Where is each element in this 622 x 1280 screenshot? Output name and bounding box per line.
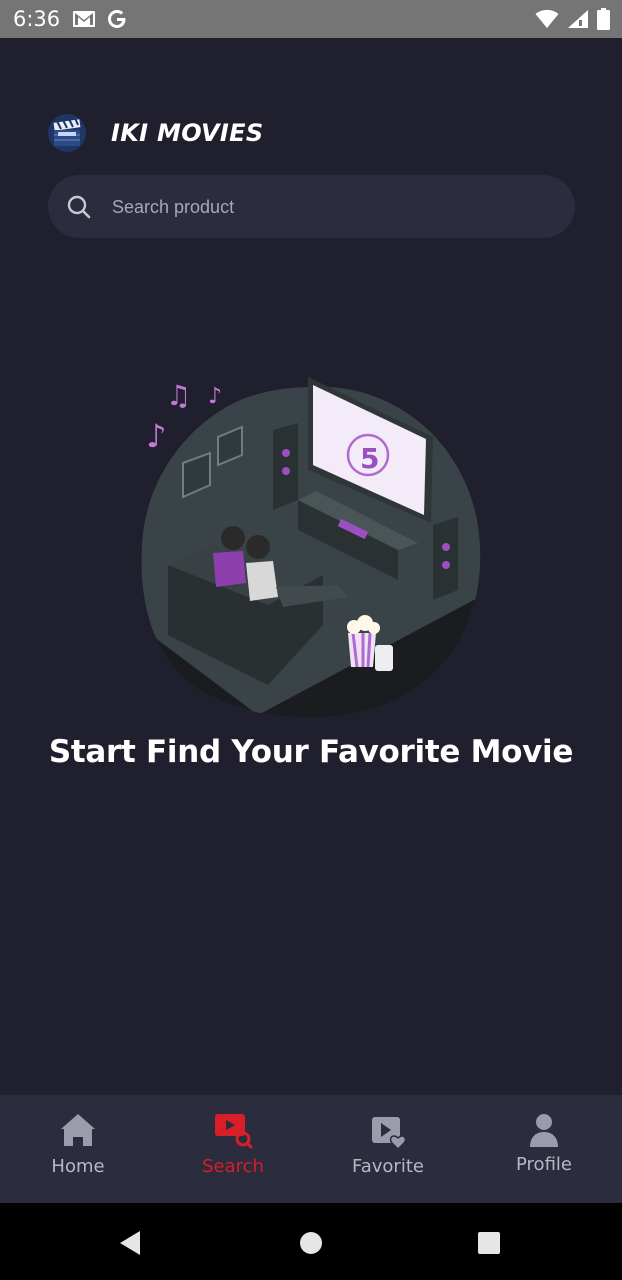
nav-home[interactable]: Home <box>0 1095 156 1203</box>
system-navigation-bar <box>0 1203 622 1280</box>
nav-search[interactable]: Search <box>155 1095 311 1203</box>
nav-profile[interactable]: Profile <box>466 1095 622 1203</box>
app-title: IKI MOVIES <box>111 119 264 147</box>
search-icon <box>67 195 91 219</box>
gmail-icon <box>73 11 95 27</box>
clapperboard-logo-icon <box>48 114 86 152</box>
nav-profile-label: Profile <box>516 1154 572 1175</box>
nav-search-label: Search <box>202 1156 264 1177</box>
svg-text:5: 5 <box>360 442 379 475</box>
empty-state-title: Start Find Your Favorite Movie <box>48 734 574 770</box>
video-search-icon <box>215 1114 253 1149</box>
person-icon <box>530 1114 558 1147</box>
nav-favorite-label: Favorite <box>352 1156 424 1177</box>
recents-icon[interactable] <box>478 1232 500 1254</box>
bottom-navigation: Home Search Favorite Profile <box>0 1095 622 1203</box>
svg-text:♫: ♫ <box>166 379 191 412</box>
nav-home-label: Home <box>51 1156 105 1177</box>
status-bar: 6:36 <box>0 0 622 38</box>
svg-text:♪: ♪ <box>208 384 222 409</box>
app-header: IKI MOVIES <box>48 113 263 153</box>
home-circle-icon[interactable] <box>299 1231 323 1255</box>
status-system-icons <box>535 8 610 30</box>
signal-icon <box>568 10 588 28</box>
svg-text:♪: ♪ <box>146 417 166 455</box>
google-icon <box>108 10 126 28</box>
home-theater-couple-illustration: 5 ♫ ♪ ♪ <box>141 377 481 718</box>
status-time: 6:36 <box>13 7 61 31</box>
back-icon[interactable] <box>118 1230 142 1256</box>
wifi-icon <box>535 9 559 28</box>
battery-icon <box>597 8 610 30</box>
search-bar[interactable] <box>48 175 575 240</box>
nav-favorite[interactable]: Favorite <box>310 1095 466 1203</box>
search-input[interactable] <box>110 175 554 240</box>
status-notifications <box>72 8 128 30</box>
video-heart-icon <box>372 1117 407 1149</box>
home-icon <box>61 1114 95 1146</box>
